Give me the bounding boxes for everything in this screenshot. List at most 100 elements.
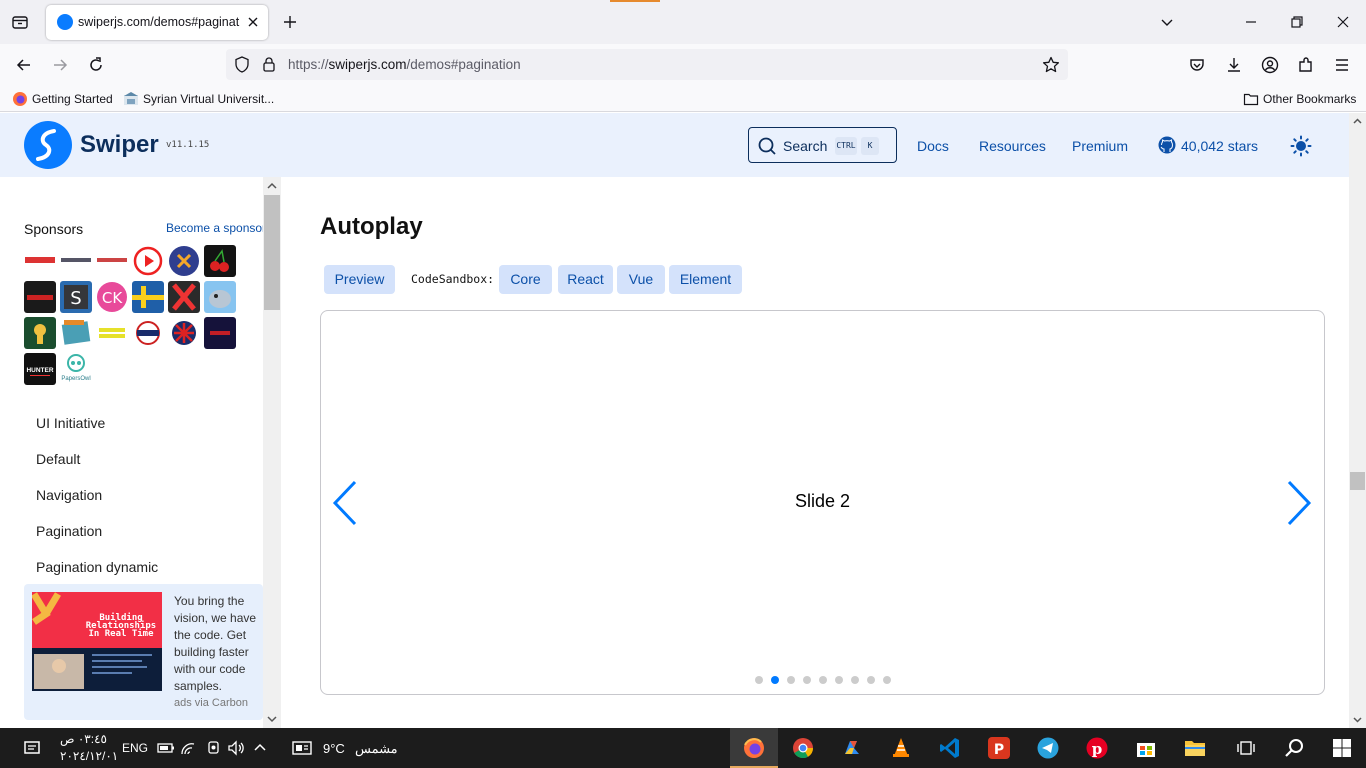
carbon-ad-text[interactable]: You bring the vision, we have the code. …	[174, 593, 262, 695]
pagination-bullet-active[interactable]	[771, 676, 779, 684]
clock-date[interactable]: ٢٠٢٤/١٢/٠١	[60, 749, 118, 763]
tab-list-icon[interactable]	[10, 12, 30, 32]
sponsor-logo[interactable]	[96, 317, 128, 349]
sponsor-logo[interactable]	[24, 245, 56, 277]
volume-icon[interactable]	[225, 736, 249, 760]
clock-time[interactable]: ٠٣:٤٥ ص	[60, 732, 107, 746]
chrome-app-icon[interactable]	[791, 736, 815, 760]
sidebar-item-pagination-dynamic[interactable]: Pagination dynamic	[36, 559, 158, 575]
lock-icon[interactable]	[262, 56, 276, 73]
sidebar-item-pagination[interactable]: Pagination	[36, 523, 102, 539]
sandbox-react-button[interactable]: React	[558, 265, 613, 294]
sidebar-item-navigation[interactable]: Navigation	[36, 487, 102, 503]
page-scrollbar[interactable]	[1349, 113, 1366, 728]
pagination-bullet[interactable]	[819, 676, 827, 684]
pagination-bullet[interactable]	[851, 676, 859, 684]
pagination-bullet[interactable]	[755, 676, 763, 684]
bookmark-getting-started[interactable]: Getting Started	[12, 91, 122, 107]
task-view-icon[interactable]	[1234, 736, 1258, 760]
bookmark-syrian-virtual-university[interactable]: Syrian Virtual Universit...	[123, 91, 283, 107]
restore-icon[interactable]	[1287, 12, 1307, 32]
pagination-bullet[interactable]	[787, 676, 795, 684]
list-all-tabs-icon[interactable]	[1157, 12, 1177, 32]
forward-icon[interactable]	[50, 55, 70, 75]
pagination-bullet[interactable]	[867, 676, 875, 684]
news-widget-icon[interactable]	[290, 736, 314, 760]
sponsor-logo[interactable]	[132, 245, 164, 277]
sun-icon[interactable]	[1290, 135, 1312, 157]
logo-text[interactable]: Swiper	[80, 131, 159, 159]
file-explorer-app-icon[interactable]	[1183, 736, 1207, 760]
page-scrollbar-thumb[interactable]	[1350, 472, 1365, 490]
microsoft-store-app-icon[interactable]	[1134, 736, 1158, 760]
close-tab-icon[interactable]	[244, 13, 262, 31]
notification-icon[interactable]	[20, 736, 44, 760]
sponsor-logo[interactable]: CK	[96, 281, 128, 313]
sponsor-logo-papersowl[interactable]: PapersOwl	[60, 353, 92, 385]
search-button[interactable]: Search CTRL K	[748, 127, 897, 163]
weather-temp[interactable]: 9°C	[323, 741, 345, 756]
nav-link-docs[interactable]: Docs	[917, 138, 949, 154]
pagination-bullet[interactable]	[803, 676, 811, 684]
menu-icon[interactable]	[1332, 55, 1352, 75]
sponsor-logo[interactable]	[204, 317, 236, 349]
vscode-app-icon[interactable]	[938, 736, 962, 760]
search-taskbar-icon[interactable]	[1282, 736, 1306, 760]
windows-start-icon[interactable]	[1330, 736, 1354, 760]
sponsor-logo[interactable]	[60, 245, 92, 277]
pinterest-app-icon[interactable]: p	[1085, 736, 1109, 760]
become-sponsor-link[interactable]: Become a sponsor	[166, 221, 266, 235]
copilot-app-icon[interactable]	[840, 736, 864, 760]
sponsor-logo[interactable]	[24, 317, 56, 349]
sponsor-logo[interactable]: S	[60, 281, 92, 313]
firefox-app-icon[interactable]	[742, 736, 766, 760]
next-arrow-icon[interactable]	[1285, 479, 1313, 527]
pocket-icon[interactable]	[1187, 55, 1207, 75]
postman-app-icon[interactable]: P	[987, 736, 1011, 760]
sidebar-scrollbar-thumb[interactable]	[264, 195, 280, 310]
sandbox-element-button[interactable]: Element	[669, 265, 742, 294]
back-icon[interactable]	[14, 55, 34, 75]
sandbox-vue-button[interactable]: Vue	[617, 265, 665, 294]
battery-icon[interactable]	[154, 736, 178, 760]
account-icon[interactable]	[1260, 55, 1280, 75]
github-stars[interactable]: 40,042 stars	[1181, 138, 1258, 154]
nav-link-premium[interactable]: Premium	[1072, 138, 1128, 154]
address-bar[interactable]: https://swiperjs.com/demos#pagination	[226, 49, 1068, 80]
other-bookmarks[interactable]: Other Bookmarks	[1243, 91, 1363, 107]
prev-arrow-icon[interactable]	[331, 479, 359, 527]
weather-desc[interactable]: مشمس	[355, 741, 398, 757]
new-tab-icon[interactable]	[280, 12, 300, 32]
webcam-icon[interactable]	[202, 736, 226, 760]
show-hidden-icons-chevron-icon[interactable]	[248, 736, 272, 760]
downloads-icon[interactable]	[1224, 55, 1244, 75]
nav-link-resources[interactable]: Resources	[979, 138, 1046, 154]
sponsor-logo[interactable]	[96, 245, 128, 277]
sponsor-logo[interactable]	[60, 317, 92, 349]
swiper-demo-frame[interactable]: Slide 2	[320, 310, 1325, 695]
vlc-app-icon[interactable]	[889, 736, 913, 760]
language-indicator[interactable]: ENG	[122, 741, 148, 755]
carbon-ad[interactable]: Building Relationships In Real Time You …	[24, 584, 263, 720]
minimize-icon[interactable]	[1241, 12, 1261, 32]
sponsor-logo-hunter[interactable]: HUNTER	[24, 353, 56, 385]
carbon-ad-image[interactable]: Building Relationships In Real Time	[32, 592, 162, 691]
wifi-icon[interactable]	[178, 736, 202, 760]
sidebar-item-ui-initiative[interactable]: UI Initiative	[36, 415, 105, 431]
sponsor-logo[interactable]	[168, 317, 200, 349]
sandbox-core-button[interactable]: Core	[499, 265, 552, 294]
browser-tab[interactable]: swiperjs.com/demos#paginatio	[46, 5, 268, 40]
sponsor-logo[interactable]	[168, 245, 200, 277]
carbon-attribution[interactable]: ads via Carbon	[174, 697, 248, 709]
tracking-shield-icon[interactable]	[234, 56, 250, 73]
sponsor-logo[interactable]	[132, 281, 164, 313]
sponsor-logo[interactable]	[132, 317, 164, 349]
sponsor-logo[interactable]	[204, 281, 236, 313]
github-icon[interactable]	[1158, 136, 1176, 154]
sponsor-logo[interactable]	[24, 281, 56, 313]
sidebar-item-default[interactable]: Default	[36, 451, 80, 467]
url-text[interactable]: https://swiperjs.com/demos#pagination	[288, 57, 521, 72]
sponsor-logo[interactable]	[204, 245, 236, 277]
bookmark-star-icon[interactable]	[1042, 56, 1060, 74]
swiper-logo-icon[interactable]	[24, 121, 72, 169]
